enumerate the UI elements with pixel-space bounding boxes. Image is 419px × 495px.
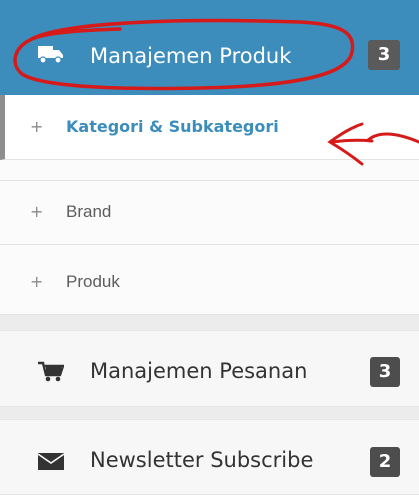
submenu-divider <box>0 160 419 181</box>
submenu-divider <box>0 245 419 250</box>
shopping-cart-icon <box>38 361 64 382</box>
truck-icon <box>38 46 63 64</box>
sidebar-menu: Manajemen Produk 3 + Kategori & Subkateg… <box>0 0 419 495</box>
submenu-item-label: Brand <box>66 202 112 221</box>
section-separator <box>0 315 419 330</box>
submenu-item-brand[interactable]: + Brand <box>0 180 419 245</box>
count-badge: 2 <box>370 447 400 477</box>
plus-icon: + <box>30 202 44 221</box>
menu-item-manajemen-pesanan[interactable]: Manajemen Pesanan 3 <box>0 330 419 407</box>
plus-icon: + <box>30 272 44 291</box>
menu-item-label: Manajemen Produk <box>90 44 292 68</box>
count-badge: 3 <box>370 357 400 387</box>
submenu-item-kategori-subkategori[interactable]: + Kategori & Subkategori <box>0 95 419 160</box>
count-badge: 3 <box>368 40 400 70</box>
plus-icon: + <box>30 117 44 136</box>
menu-item-manajemen-produk[interactable]: Manajemen Produk 3 <box>0 0 419 95</box>
submenu-item-label: Kategori & Subkategori <box>66 117 279 136</box>
submenu-item-produk[interactable]: + Produk <box>0 250 419 315</box>
menu-item-label: Newsletter Subscribe <box>90 448 314 472</box>
menu-item-label: Manajemen Pesanan <box>90 359 308 383</box>
section-separator <box>0 407 419 419</box>
submenu-item-label: Produk <box>66 272 120 291</box>
envelope-icon <box>38 453 64 470</box>
menu-item-newsletter-subscribe[interactable]: Newsletter Subscribe 2 <box>0 419 419 495</box>
